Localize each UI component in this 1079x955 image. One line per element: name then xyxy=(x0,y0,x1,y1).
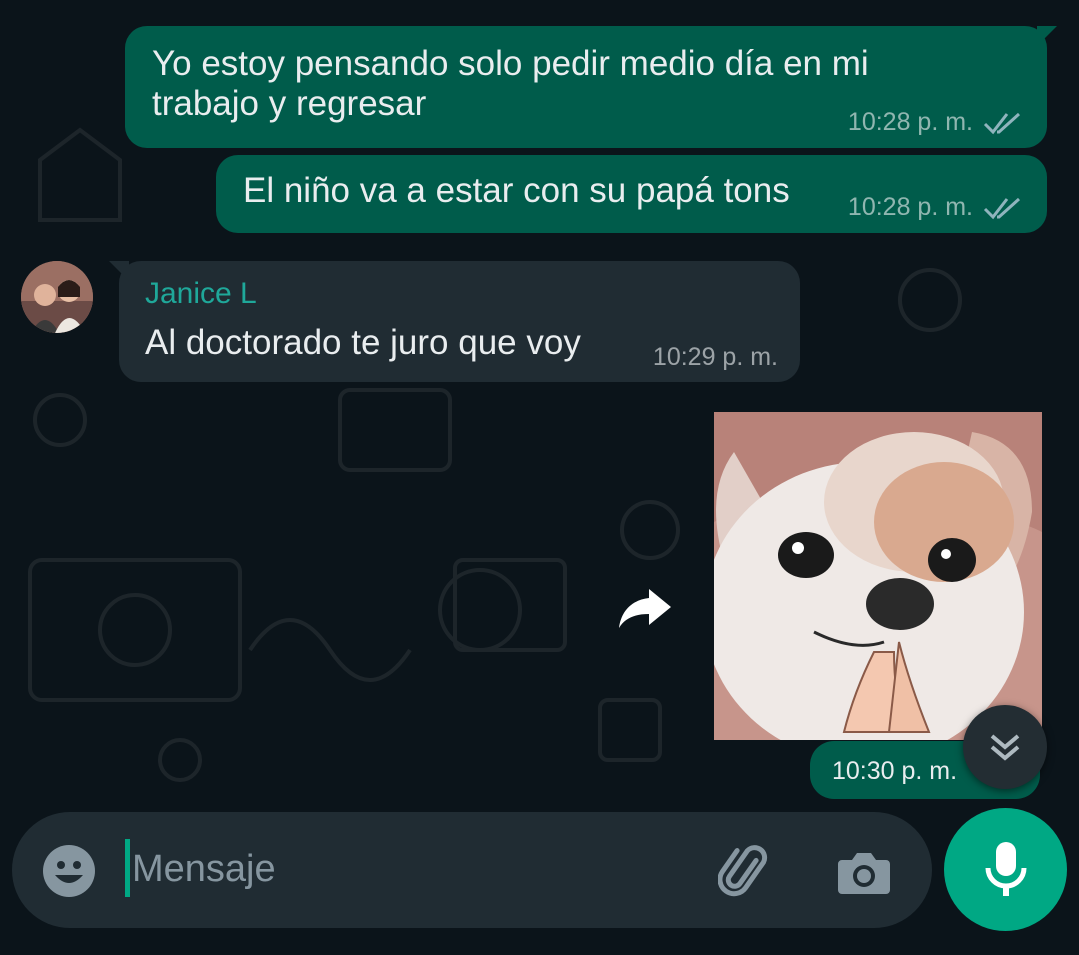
message-meta: 10:28 p. m. xyxy=(848,193,1023,222)
message-text: Al doctorado te juro que voy xyxy=(145,323,581,362)
message-time: 10:29 p. m. xyxy=(652,343,778,371)
scroll-to-bottom-button[interactable] xyxy=(963,705,1047,789)
avatar-photo xyxy=(21,261,93,333)
outgoing-message[interactable]: El niño va a estar con su papá tons 10:2… xyxy=(216,155,1047,233)
camera-button[interactable] xyxy=(834,842,894,902)
camera-icon xyxy=(838,853,890,894)
emoji-icon xyxy=(43,845,95,897)
message-time: 10:28 p. m. xyxy=(847,193,973,221)
message-text-line: Yo estoy pensando solo pedir medio día e… xyxy=(152,44,869,83)
message-input[interactable] xyxy=(130,838,692,900)
sticker-image[interactable] xyxy=(714,412,1042,740)
outgoing-message[interactable]: Yo estoy pensando solo pedir medio día e… xyxy=(125,26,1057,148)
bubble-tail-icon xyxy=(1037,26,1057,46)
sender-name[interactable]: Janice L xyxy=(145,277,257,311)
attach-icon xyxy=(718,845,768,897)
incoming-message[interactable]: Janice L Al doctorado te juro que voy 10… xyxy=(109,261,800,382)
emoji-button[interactable] xyxy=(40,842,98,900)
bubble-tail-icon xyxy=(109,261,129,281)
message-text: El niño va a estar con su papá tons xyxy=(243,171,790,210)
message-time: 10:28 p. m. xyxy=(847,108,973,136)
attach-button[interactable] xyxy=(718,842,778,902)
read-ticks-icon xyxy=(983,197,1021,219)
message-meta: 10:29 p. m. xyxy=(653,343,778,372)
contact-avatar[interactable] xyxy=(21,261,93,333)
voice-record-button[interactable] xyxy=(944,808,1067,931)
message-time: 10:30 p. m. xyxy=(832,757,958,785)
message-meta: 10:28 p. m. xyxy=(848,108,1023,137)
read-ticks-icon xyxy=(983,112,1021,134)
double-chevron-down-icon xyxy=(990,734,1020,761)
message-composer xyxy=(12,812,932,928)
message-text-line: trabajo y regresar xyxy=(152,84,427,123)
chihuahua-sticker xyxy=(714,412,1042,740)
forward-icon[interactable] xyxy=(617,583,673,631)
mic-icon xyxy=(985,841,1026,896)
